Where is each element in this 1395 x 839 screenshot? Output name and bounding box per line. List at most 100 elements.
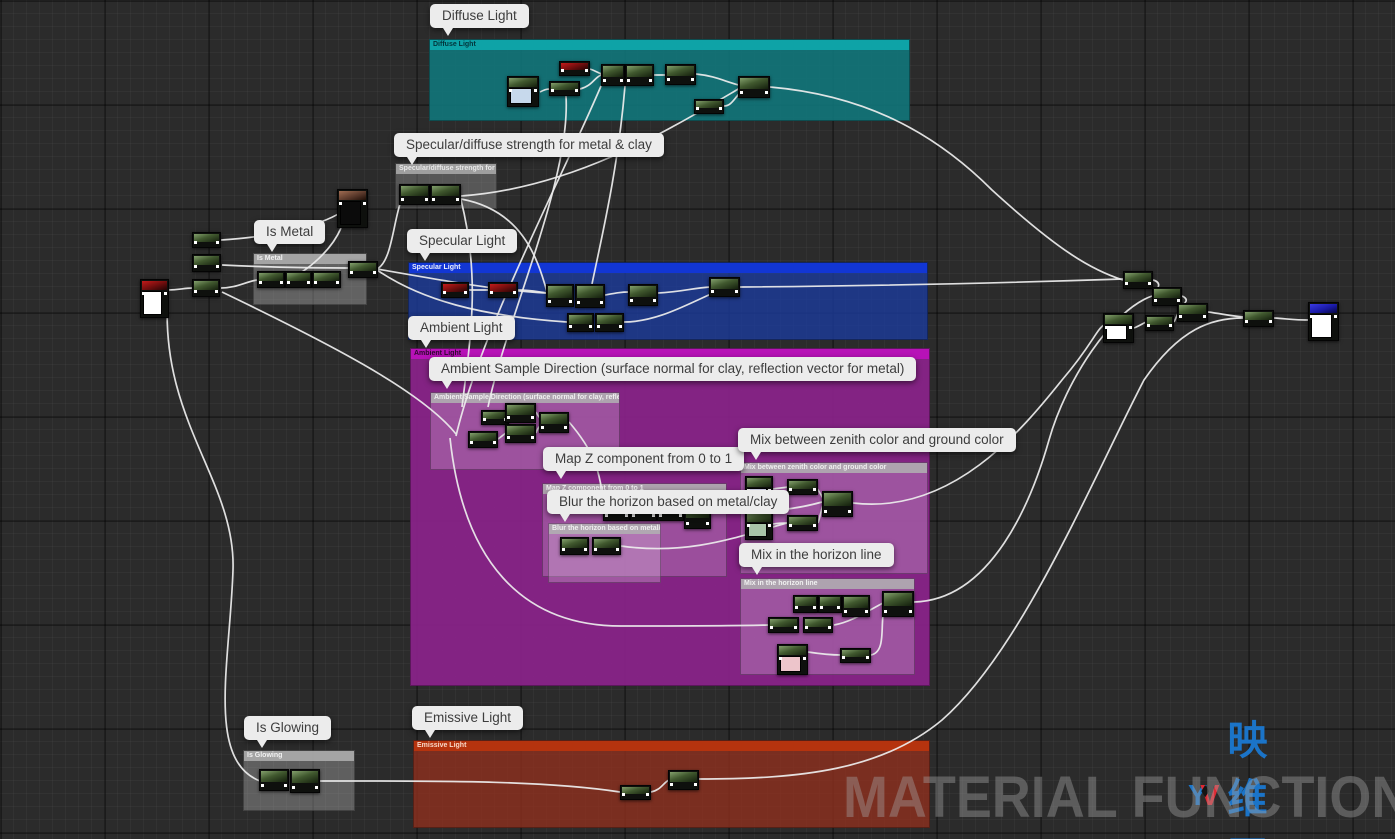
graph-node[interactable] xyxy=(595,313,624,332)
input-pin[interactable] xyxy=(1310,315,1313,318)
graph-node[interactable] xyxy=(822,491,853,517)
graph-node[interactable] xyxy=(709,277,740,297)
graph-node[interactable] xyxy=(840,648,871,663)
input-pin[interactable] xyxy=(432,198,435,201)
graph-node[interactable] xyxy=(567,313,594,332)
input-pin[interactable] xyxy=(630,299,633,302)
graph-node[interactable] xyxy=(1145,315,1174,331)
graph-node[interactable] xyxy=(468,431,498,448)
input-pin[interactable] xyxy=(622,793,625,796)
input-pin[interactable] xyxy=(667,78,670,81)
input-pin[interactable] xyxy=(659,514,662,517)
material-graph-canvas[interactable]: Diffuse LightSpecular/diffuse strength f… xyxy=(0,0,1395,839)
output-pin[interactable] xyxy=(813,524,816,527)
graph-node[interactable] xyxy=(620,785,651,800)
graph-node[interactable] xyxy=(768,617,799,633)
graph-node[interactable] xyxy=(192,232,221,248)
input-pin[interactable] xyxy=(142,292,145,295)
graph-node[interactable] xyxy=(803,617,833,633)
wire[interactable] xyxy=(168,288,193,290)
graph-node[interactable] xyxy=(285,271,312,288)
output-pin[interactable] xyxy=(425,198,428,201)
graph-node[interactable] xyxy=(1243,310,1274,327)
output-pin[interactable] xyxy=(619,325,622,328)
parameter-node[interactable] xyxy=(507,76,539,107)
wire[interactable] xyxy=(871,616,883,655)
input-pin[interactable] xyxy=(605,514,608,517)
output-pin[interactable] xyxy=(837,606,840,609)
graph-node[interactable] xyxy=(312,271,341,288)
output-pin[interactable] xyxy=(694,783,697,786)
output-pin[interactable] xyxy=(768,524,771,527)
graph-node[interactable] xyxy=(665,64,696,85)
output-pin[interactable] xyxy=(534,89,537,92)
output-pin[interactable] xyxy=(589,325,592,328)
graph-node[interactable] xyxy=(539,412,569,433)
graph-node[interactable] xyxy=(290,769,320,793)
output-pin[interactable] xyxy=(794,626,797,629)
input-pin[interactable] xyxy=(509,89,512,92)
input-pin[interactable] xyxy=(747,524,750,527)
wire[interactable] xyxy=(773,487,788,489)
output-pin[interactable] xyxy=(866,656,869,659)
output-pin[interactable] xyxy=(813,488,816,491)
wire[interactable] xyxy=(605,292,629,295)
input-pin[interactable] xyxy=(711,290,714,293)
output-pin[interactable] xyxy=(564,426,567,429)
output-pin[interactable] xyxy=(531,436,534,439)
graph-node[interactable] xyxy=(505,424,536,443)
output-pin[interactable] xyxy=(164,292,167,295)
output-pin[interactable] xyxy=(620,79,623,82)
output-pin[interactable] xyxy=(216,241,219,244)
input-pin[interactable] xyxy=(339,202,342,205)
input-pin[interactable] xyxy=(820,606,823,609)
wire[interactable] xyxy=(377,204,400,269)
wire[interactable] xyxy=(167,292,260,781)
wire[interactable] xyxy=(808,652,841,655)
input-pin[interactable] xyxy=(314,281,317,284)
output-pin[interactable] xyxy=(653,299,656,302)
input-node[interactable] xyxy=(140,279,169,318)
input-pin[interactable] xyxy=(569,325,572,328)
output-pin[interactable] xyxy=(513,291,516,294)
graph-node[interactable] xyxy=(348,261,378,278)
input-pin[interactable] xyxy=(401,198,404,201)
output-pin[interactable] xyxy=(1334,315,1337,318)
output-pin[interactable] xyxy=(813,606,816,609)
input-pin[interactable] xyxy=(561,69,564,72)
output-pin[interactable] xyxy=(649,79,652,82)
input-pin[interactable] xyxy=(686,522,689,525)
graph-node[interactable] xyxy=(842,595,870,617)
input-pin[interactable] xyxy=(770,626,773,629)
output-pin[interactable] xyxy=(828,626,831,629)
graph-node[interactable] xyxy=(592,537,621,555)
input-pin[interactable] xyxy=(350,271,353,274)
output-pin[interactable] xyxy=(1169,324,1172,327)
wire[interactable] xyxy=(592,86,625,284)
graph-node[interactable] xyxy=(793,595,818,613)
input-pin[interactable] xyxy=(789,488,792,491)
output-pin[interactable] xyxy=(315,786,318,789)
wire[interactable] xyxy=(853,325,1104,504)
parameter-node[interactable] xyxy=(745,511,773,540)
graph-node[interactable] xyxy=(694,99,724,114)
output-pin[interactable] xyxy=(575,89,578,92)
graph-node[interactable] xyxy=(546,284,574,307)
output-pin[interactable] xyxy=(284,784,287,787)
output-pin[interactable] xyxy=(735,290,738,293)
wire[interactable] xyxy=(1274,318,1308,320)
graph-node[interactable] xyxy=(505,403,536,423)
graph-node[interactable] xyxy=(601,64,625,86)
output-pin[interactable] xyxy=(803,657,806,660)
output-pin[interactable] xyxy=(280,281,283,284)
graph-node[interactable] xyxy=(192,254,221,272)
input-pin[interactable] xyxy=(594,548,597,551)
input-pin[interactable] xyxy=(740,91,743,94)
output-pin[interactable] xyxy=(373,271,376,274)
input-pin[interactable] xyxy=(844,610,847,613)
input-pin[interactable] xyxy=(507,436,510,439)
graph-node[interactable] xyxy=(787,479,818,495)
output-pin[interactable] xyxy=(616,548,619,551)
output-pin[interactable] xyxy=(531,416,534,419)
graph-node[interactable] xyxy=(1123,271,1153,289)
